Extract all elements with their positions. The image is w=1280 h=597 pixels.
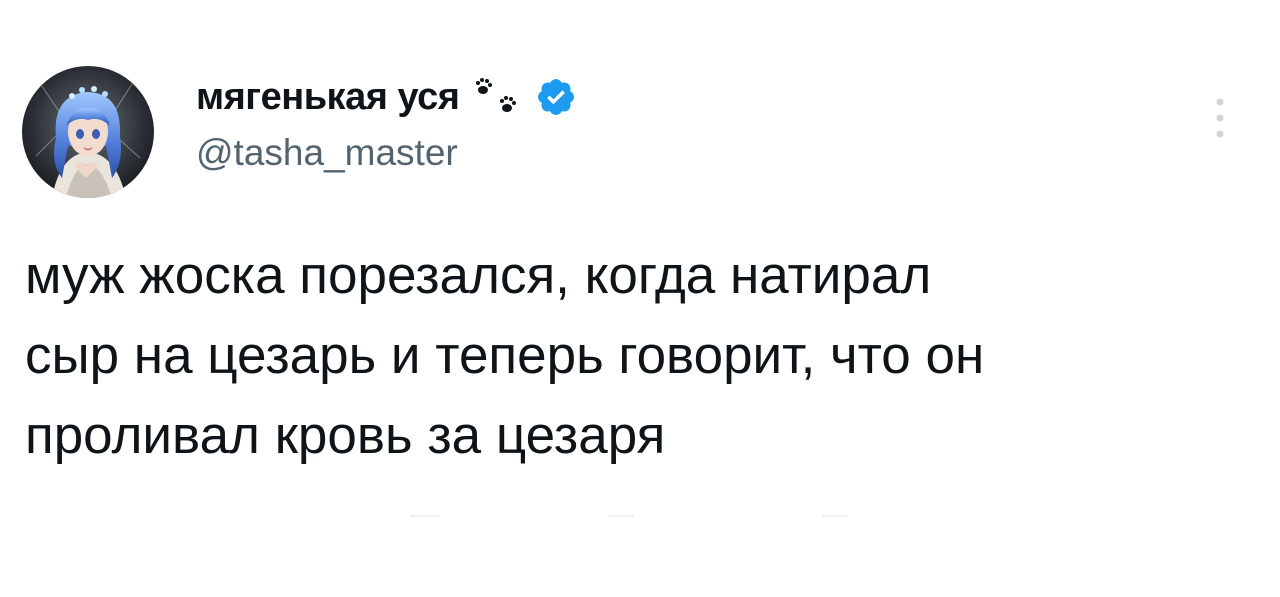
paw-prints-icon [473,76,521,118]
display-name[interactable]: мягенькая уся [196,76,460,119]
divider [608,515,634,517]
tweet-card: мягенькая уся @tasha_master муж жоска по… [0,0,1280,597]
tweet-text: муж жоска порезался, когда натирал сыр н… [25,246,985,465]
avatar-image [22,66,154,198]
author-name-row: мягенькая уся [196,72,577,122]
avatar[interactable] [22,66,154,198]
author-handle[interactable]: @tasha_master [196,132,458,174]
divider [410,515,440,517]
divider [822,515,848,517]
more-options-button[interactable] [1206,92,1234,146]
verified-badge-icon[interactable] [535,76,577,118]
more-vertical-icon [1216,98,1224,138]
